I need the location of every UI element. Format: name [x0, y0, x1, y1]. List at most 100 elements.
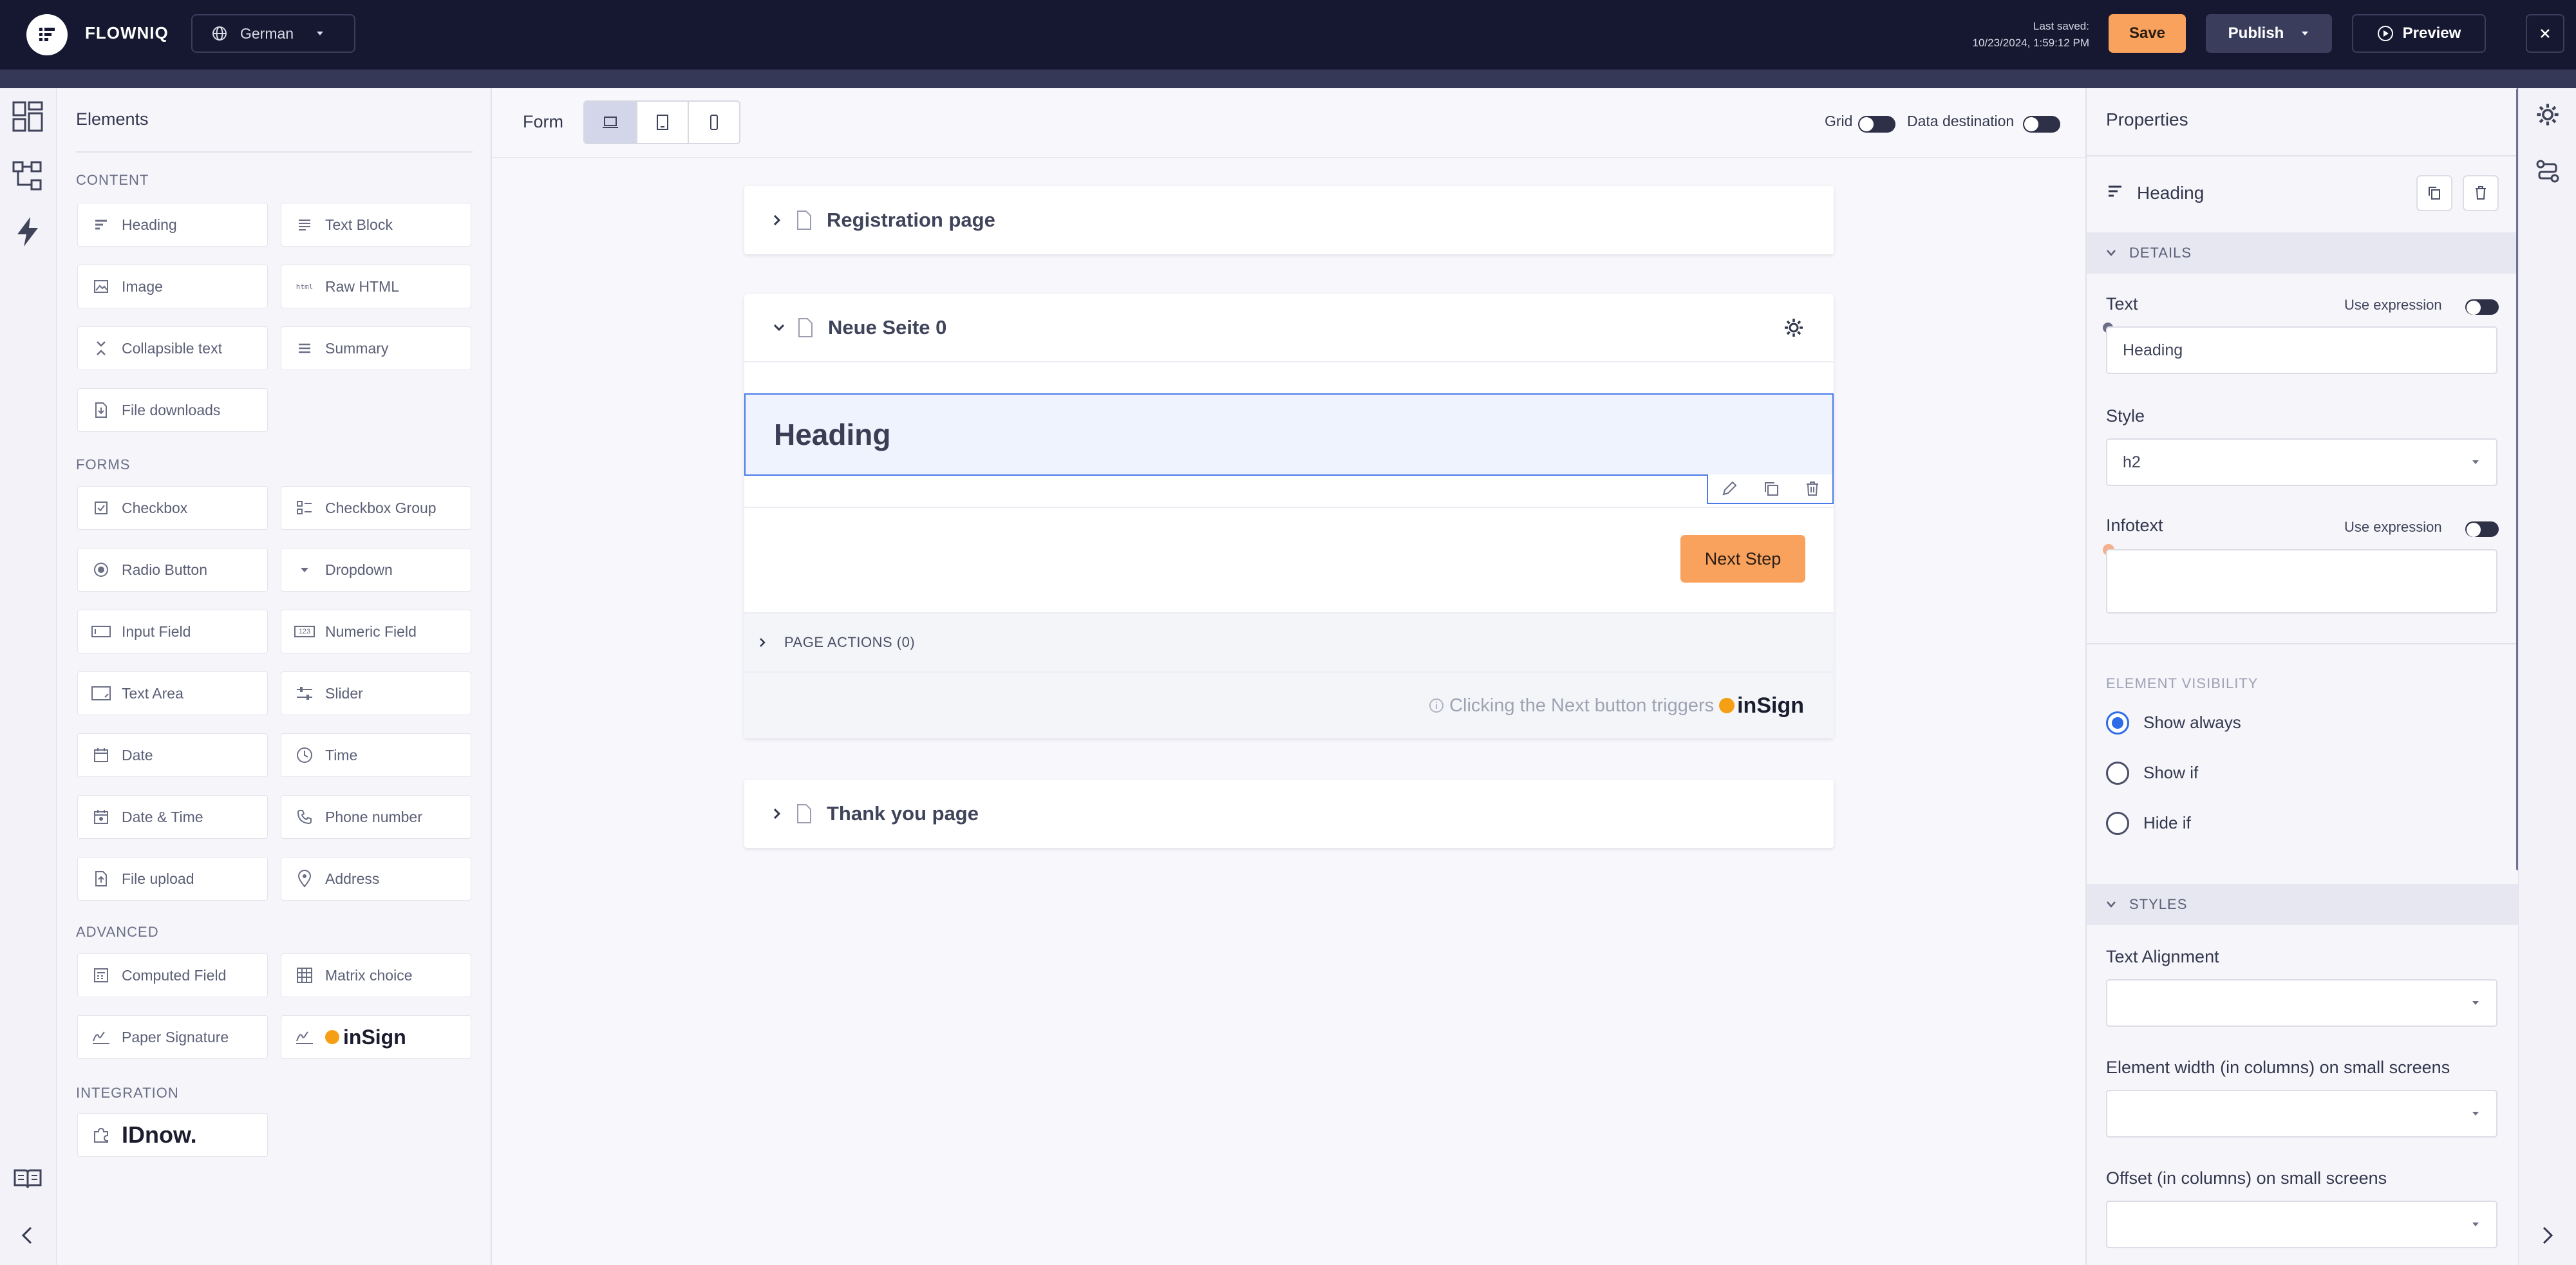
- style-select[interactable]: h2: [2106, 438, 2497, 486]
- canvas-toolbar: Form Grid Data destination: [492, 88, 2085, 158]
- element-numeric-field[interactable]: 123 Numeric Field: [281, 610, 471, 653]
- element-file-downloads[interactable]: File downloads: [77, 388, 268, 432]
- offset-small-select[interactable]: [2106, 1201, 2497, 1248]
- element-label: Text Block: [325, 216, 393, 233]
- workflow-icon[interactable]: [2535, 159, 2560, 183]
- chevron-down-icon: [2472, 460, 2479, 464]
- top-bar: FLOWNIQ German Last saved: 10/23/2024, 1…: [0, 0, 2576, 70]
- element-time[interactable]: Time: [281, 733, 471, 777]
- trigger-info: Clicking the Next button triggers inSign: [744, 673, 1834, 738]
- grid-toggle[interactable]: [1858, 116, 1895, 133]
- preview-button[interactable]: Preview: [2352, 14, 2486, 53]
- element-text-area[interactable]: Text Area: [77, 671, 268, 715]
- element-heading[interactable]: Heading: [77, 203, 268, 247]
- element-dropdown[interactable]: Dropdown: [281, 548, 471, 592]
- styles-label: STYLES: [2129, 896, 2188, 912]
- copy-icon[interactable]: [1763, 480, 1780, 497]
- next-step-button[interactable]: Next Step: [1680, 535, 1805, 583]
- element-label: Checkbox: [122, 499, 188, 516]
- element-text-block[interactable]: Text Block: [281, 203, 471, 247]
- desktop-icon: [603, 117, 618, 128]
- trash-icon[interactable]: [1805, 480, 1820, 497]
- flowniq-logo[interactable]: [26, 14, 68, 55]
- element-idnow[interactable]: IDnow.: [77, 1113, 268, 1157]
- element-paper-signature[interactable]: Paper Signature: [77, 1015, 268, 1059]
- desktop-view-button[interactable]: [585, 102, 636, 143]
- radio-label-show-if: Show if: [2143, 763, 2199, 782]
- element-input-field[interactable]: Input Field: [77, 610, 268, 653]
- page-header[interactable]: Neue Seite 0: [744, 294, 1834, 362]
- radio-show-if[interactable]: [2106, 762, 2129, 785]
- chevron-down-icon: [2107, 250, 2116, 256]
- element-image[interactable]: Image: [77, 265, 268, 308]
- insign-logo-mark: [1719, 698, 1735, 713]
- element-label: File upload: [122, 870, 194, 887]
- details-section-header[interactable]: DETAILS: [2087, 232, 2519, 274]
- element-collapsible-text[interactable]: Collapsible text: [77, 326, 268, 370]
- element-phone-number[interactable]: Phone number: [281, 795, 471, 839]
- infotext-input[interactable]: [2106, 549, 2497, 614]
- properties-title: Properties: [2106, 109, 2188, 129]
- element-address[interactable]: Address: [281, 857, 471, 901]
- publish-button[interactable]: Publish: [2206, 14, 2332, 53]
- page-card-thank-you[interactable]: Thank you page: [744, 780, 1834, 848]
- element-checkbox[interactable]: Checkbox: [77, 486, 268, 530]
- element-matrix-choice[interactable]: Matrix choice: [281, 953, 471, 997]
- brand-name: FLOWNIQ: [85, 23, 169, 42]
- element-slider[interactable]: Slider: [281, 671, 471, 715]
- element-summary[interactable]: Summary: [281, 326, 471, 370]
- element-label: Date & Time: [122, 808, 203, 825]
- language-select[interactable]: German: [191, 14, 355, 53]
- data-destination-toggle[interactable]: [2023, 116, 2060, 133]
- radio-hide-if[interactable]: [2106, 812, 2129, 835]
- page-actions-label: PAGE ACTIONS (0): [784, 634, 916, 650]
- elements-title: Elements: [76, 109, 149, 129]
- element-checkbox-group[interactable]: Checkbox Group: [281, 486, 471, 530]
- collapse-left-icon[interactable]: [19, 1225, 35, 1246]
- infotext-use-expression-toggle[interactable]: [2465, 521, 2499, 537]
- radio-show-always[interactable]: [2106, 711, 2129, 735]
- close-editor-button[interactable]: [2526, 14, 2564, 53]
- element-computed-field[interactable]: Computed Field: [77, 953, 268, 997]
- divider: [2087, 643, 2519, 644]
- width-small-select[interactable]: [2106, 1090, 2497, 1138]
- element-label: Summary: [325, 339, 389, 357]
- divider: [744, 507, 1834, 508]
- element-label: Address: [325, 870, 380, 887]
- lightning-icon[interactable]: [14, 216, 41, 248]
- delete-element-button[interactable]: [2463, 175, 2499, 211]
- element-date[interactable]: Date: [77, 733, 268, 777]
- elements-layout-icon[interactable]: [12, 100, 44, 133]
- chevron-down-icon: [2107, 901, 2116, 908]
- tablet-view-button[interactable]: [636, 102, 688, 143]
- element-insign[interactable]: inSign: [281, 1015, 471, 1059]
- element-raw-html[interactable]: html Raw HTML: [281, 265, 471, 308]
- element-radio-button[interactable]: Radio Button: [77, 548, 268, 592]
- element-label: Computed Field: [122, 966, 227, 984]
- gear-icon[interactable]: [2535, 102, 2560, 127]
- element-date-time[interactable]: Date & Time: [77, 795, 268, 839]
- document-icon: [797, 211, 811, 230]
- heading-element-selected[interactable]: Heading: [744, 393, 1834, 476]
- calendar-icon: [91, 747, 111, 763]
- pencil-icon[interactable]: [1721, 480, 1738, 497]
- text-use-expression-toggle[interactable]: [2465, 299, 2499, 315]
- mobile-view-button[interactable]: [688, 102, 739, 143]
- right-icon-rail: [2518, 88, 2576, 1265]
- styles-section-header[interactable]: STYLES: [2087, 884, 2519, 925]
- element-file-upload[interactable]: File upload: [77, 857, 268, 901]
- text-input[interactable]: Heading: [2106, 326, 2497, 374]
- collapse-right-icon[interactable]: [2540, 1225, 2555, 1246]
- page-card-registration[interactable]: Registration page: [744, 186, 1834, 254]
- duplicate-element-button[interactable]: [2416, 175, 2452, 211]
- calendar-clock-icon: [91, 809, 111, 825]
- copy-icon: [2429, 187, 2440, 200]
- save-button[interactable]: Save: [2109, 14, 2186, 53]
- gear-icon[interactable]: [1783, 317, 1804, 338]
- image-icon: [91, 279, 111, 294]
- chevron-right-icon: [773, 214, 781, 226]
- structure-tree-icon[interactable]: [12, 160, 44, 192]
- page-actions-section[interactable]: PAGE ACTIONS (0): [744, 612, 1834, 673]
- book-icon[interactable]: [13, 1167, 42, 1190]
- text-alignment-select[interactable]: [2106, 979, 2497, 1027]
